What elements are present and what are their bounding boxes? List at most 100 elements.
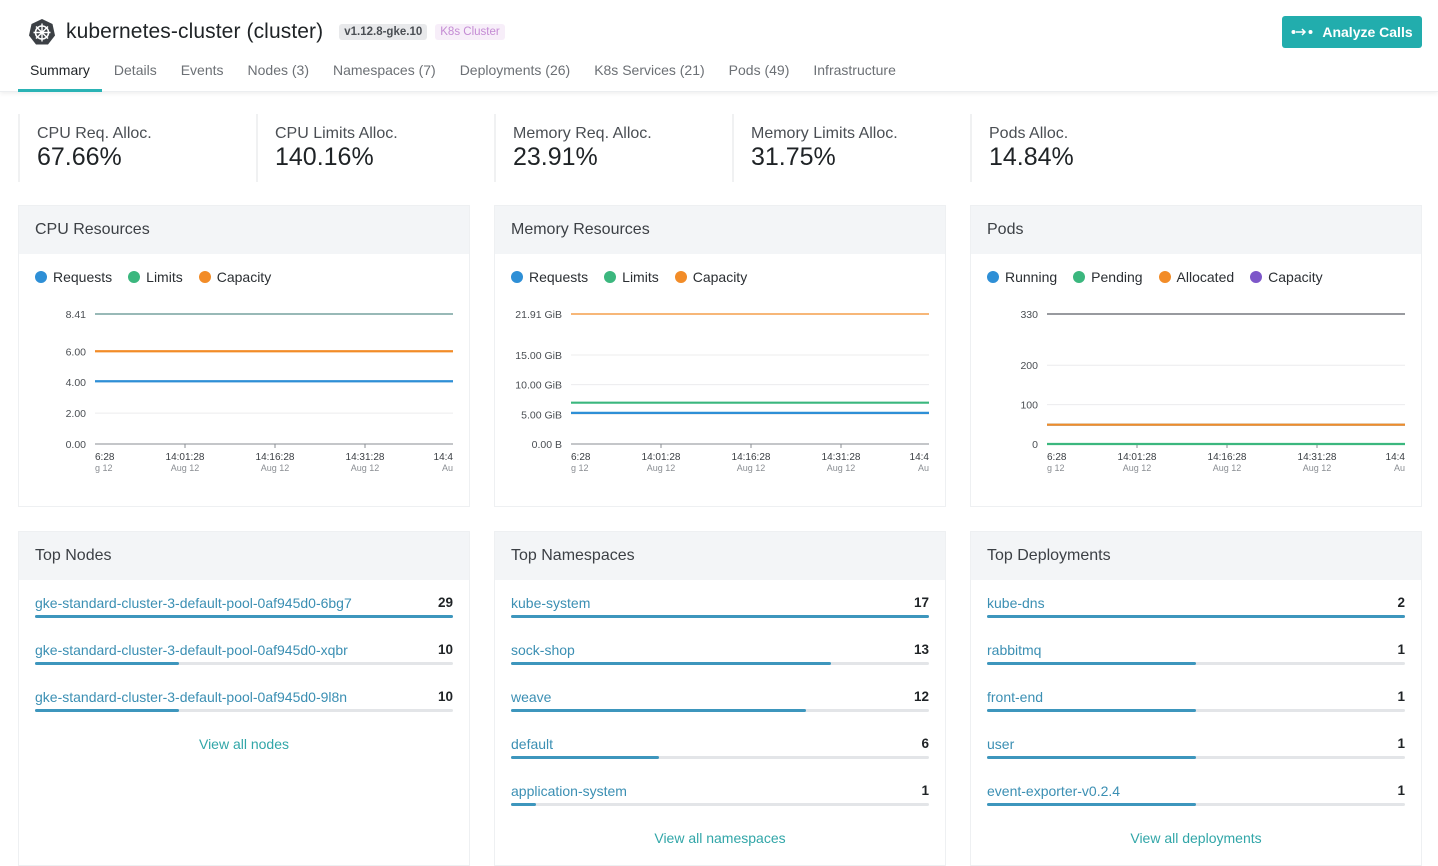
- analyze-calls-button[interactable]: Analyze Calls: [1282, 16, 1422, 48]
- usage-bar: [35, 662, 453, 665]
- tab-deployments[interactable]: Deployments (26): [448, 52, 583, 92]
- legend-label: Requests: [529, 269, 589, 285]
- x-tick-date: g 12: [1047, 463, 1065, 473]
- usage-bar-fill: [35, 615, 453, 618]
- item-name-link[interactable]: application-system: [511, 783, 627, 799]
- tab-namespaces[interactable]: Namespaces (7): [321, 52, 448, 92]
- legend-dot: [1250, 271, 1263, 283]
- panel-title: Memory Resources: [495, 206, 945, 254]
- y-tick-label: 200: [1020, 360, 1038, 372]
- legend-requests[interactable]: Requests: [35, 269, 112, 285]
- cpu-resources-panel: CPU Resources Requests Limits Capacity 0…: [18, 205, 470, 507]
- legend-limits[interactable]: Limits: [128, 269, 183, 285]
- y-tick-label: 10.00 GiB: [515, 380, 562, 392]
- list-item: default 6: [511, 736, 929, 783]
- usage-bar: [35, 709, 453, 712]
- item-name-link[interactable]: gke-standard-cluster-3-default-pool-0af9…: [35, 689, 347, 705]
- page-title: kubernetes-cluster (cluster): [66, 20, 324, 43]
- chart-legend: Running Pending Allocated Capacity: [971, 254, 1421, 285]
- item-count: 1: [1397, 783, 1405, 798]
- legend-dot: [35, 271, 47, 283]
- item-name-link[interactable]: event-exporter-v0.2.4: [987, 783, 1120, 799]
- x-tick-label: 14:01:28: [166, 452, 205, 463]
- item-name-link[interactable]: sock-shop: [511, 642, 575, 658]
- item-name-link[interactable]: weave: [511, 689, 551, 705]
- stat-memory-limits-alloc: Memory Limits Alloc. 31.75%: [732, 114, 970, 182]
- usage-bar-fill: [511, 803, 536, 806]
- usage-bar: [35, 615, 453, 618]
- tab-summary[interactable]: Summary: [18, 52, 102, 92]
- legend-label: Limits: [622, 269, 659, 285]
- top-nodes-list: gke-standard-cluster-3-default-pool-0af9…: [19, 580, 469, 736]
- usage-bar-fill: [987, 709, 1196, 712]
- tab-infrastructure[interactable]: Infrastructure: [801, 52, 907, 92]
- tab-pods[interactable]: Pods (49): [717, 52, 802, 92]
- version-badge: v1.12.8-gke.10: [339, 24, 428, 40]
- top-deployments-panel: Top Deployments kube-dns 2 rabbitmq 1 front-…: [970, 531, 1422, 866]
- item-count: 13: [913, 642, 929, 657]
- panel-title: CPU Resources: [19, 206, 469, 254]
- x-tick-date: Aug 12: [737, 463, 766, 473]
- legend-label: Requests: [53, 269, 113, 285]
- view-all-deployments-link[interactable]: View all deployments: [971, 830, 1421, 846]
- tab-events[interactable]: Events: [169, 52, 236, 92]
- usage-bar: [987, 615, 1405, 618]
- list-item: kube-system 17: [511, 595, 929, 642]
- top-namespaces-panel: Top Namespaces kube-system 17 sock-shop 13 w…: [494, 531, 946, 866]
- item-name-link[interactable]: kube-system: [511, 595, 590, 611]
- x-tick-label: 6:28: [1047, 452, 1067, 463]
- item-name-link[interactable]: gke-standard-cluster-3-default-pool-0af9…: [35, 595, 352, 611]
- analyze-calls-label: Analyze Calls: [1322, 24, 1413, 40]
- legend-limits[interactable]: Limits: [604, 269, 659, 285]
- panel-title: Top Deployments: [971, 532, 1421, 580]
- stat-value: 140.16%: [275, 143, 374, 171]
- legend-capacity[interactable]: Capacity: [674, 269, 747, 285]
- y-tick-label: 0.00 B: [532, 439, 562, 451]
- chart-legend: Requests Limits Capacity: [19, 254, 469, 285]
- kubernetes-helm-icon: [28, 18, 56, 46]
- stat-label: Memory Req. Alloc.: [513, 125, 652, 142]
- legend-label: Allocated: [1176, 269, 1235, 285]
- cpu-line-chart: 0.002.004.006.008.416:28g 1214:01:28Aug …: [66, 309, 454, 473]
- item-count: 2: [1397, 595, 1405, 610]
- panel-title: Top Nodes: [19, 532, 469, 580]
- legend-allocated[interactable]: Allocated: [1158, 269, 1235, 285]
- usage-bar: [511, 662, 929, 665]
- legend-pending[interactable]: Pending: [1073, 269, 1143, 285]
- item-name-link[interactable]: user: [987, 736, 1014, 752]
- y-tick-label: 0: [1032, 439, 1038, 451]
- usage-bar: [511, 709, 929, 712]
- y-tick-label: 2.00: [66, 408, 87, 420]
- x-tick-label: 14:31:28: [346, 452, 385, 463]
- tab-bar: Summary Details Events Nodes (3) Namespa…: [18, 52, 908, 92]
- usage-bar: [987, 662, 1405, 665]
- item-name-link[interactable]: kube-dns: [987, 595, 1045, 611]
- list-item: front-end 1: [987, 689, 1405, 736]
- usage-bar-fill: [987, 756, 1196, 759]
- legend-requests[interactable]: Requests: [511, 269, 588, 285]
- stat-pods-alloc: Pods Alloc. 14.84%: [970, 114, 1208, 182]
- view-all-nodes-link[interactable]: View all nodes: [19, 736, 469, 752]
- x-tick-date: Aug 12: [647, 463, 676, 473]
- item-name-link[interactable]: gke-standard-cluster-3-default-pool-0af9…: [35, 642, 348, 658]
- x-tick-date: Aug 12: [351, 463, 380, 473]
- usage-bar-fill: [511, 709, 807, 712]
- tab-k8s-services[interactable]: K8s Services (21): [582, 52, 716, 92]
- item-count: 1: [1397, 736, 1405, 751]
- y-tick-label: 100: [1020, 400, 1038, 412]
- item-name-link[interactable]: rabbitmq: [987, 642, 1041, 658]
- x-tick-label: 14:4: [434, 452, 454, 463]
- legend-capacity[interactable]: Capacity: [198, 269, 271, 285]
- legend-running[interactable]: Running: [987, 269, 1057, 285]
- legend-dot: [198, 271, 211, 283]
- tab-details[interactable]: Details: [102, 52, 169, 92]
- x-tick-date: Aug 12: [171, 463, 200, 473]
- x-tick-label: 14:16:28: [1208, 452, 1247, 463]
- legend-label: Running: [1005, 269, 1058, 285]
- legend-capacity[interactable]: Capacity: [1250, 269, 1323, 285]
- x-tick-date: Aug 12: [1213, 463, 1242, 473]
- view-all-namespaces-link[interactable]: View all namespaces: [495, 830, 945, 846]
- item-name-link[interactable]: default: [511, 736, 553, 752]
- item-name-link[interactable]: front-end: [987, 689, 1043, 705]
- tab-nodes[interactable]: Nodes (3): [236, 52, 321, 92]
